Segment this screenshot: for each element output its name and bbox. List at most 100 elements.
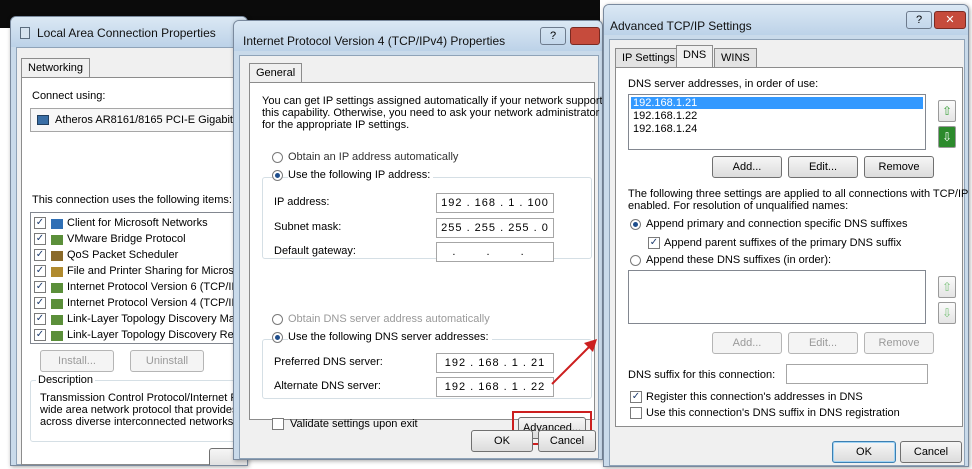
protocol-icon	[51, 315, 63, 325]
component-label: Link-Layer Topology Discovery Mapp	[67, 313, 242, 325]
description-label: Description	[36, 374, 96, 386]
append-these-radio[interactable]	[630, 255, 641, 266]
intro-line-3: for the appropriate IP settings.	[262, 119, 410, 131]
component-label: Internet Protocol Version 6 (TCP/IPv	[67, 281, 242, 293]
component-checkbox[interactable]: ✓	[34, 297, 46, 309]
move-down-button[interactable]: ⇩	[938, 126, 956, 148]
protocol-icon	[51, 331, 63, 341]
uninstall-button[interactable]: Uninstall	[130, 350, 204, 372]
lac-tab-panel: Connect using: Atheros AR8161/8165 PCI-E…	[21, 77, 247, 465]
help-button[interactable]: ?	[540, 27, 566, 45]
component-label: Client for Microsoft Networks	[67, 217, 208, 229]
protocol-icon	[51, 299, 63, 309]
advanced-tcpip-window: Advanced TCP/IP Settings ? ✕ IP Settings…	[603, 4, 969, 467]
component-checkbox[interactable]: ✓	[34, 265, 46, 277]
lac-window-title: Local Area Connection Properties	[37, 26, 216, 40]
connect-using-label: Connect using:	[32, 90, 106, 102]
suffix-edit-button[interactable]: Edit...	[788, 332, 858, 354]
suffix-add-button[interactable]: Add...	[712, 332, 782, 354]
suffix-remove-button[interactable]: Remove	[864, 332, 934, 354]
subnet-mask-field[interactable]: 255 . 255 . 255 . 0	[436, 218, 554, 238]
ipv4-close-button[interactable]	[570, 27, 600, 45]
advanced-cancel-button[interactable]: Cancel	[900, 441, 962, 463]
alternate-dns-label: Alternate DNS server:	[274, 380, 381, 392]
validate-label: Validate settings upon exit	[290, 418, 418, 430]
ip-address-label: IP address:	[274, 196, 330, 208]
dns-server-item-2[interactable]: 192.168.1.22	[631, 110, 697, 122]
use-suffix-label: Use this connection's DNS suffix in DNS …	[646, 407, 900, 419]
dns-remove-button[interactable]: Remove	[864, 156, 934, 178]
register-checkbox[interactable]: ✓	[630, 391, 642, 403]
intro-line-2: this capability. Otherwise, you need to …	[262, 107, 600, 119]
advanced-tab-panel: DNS server addresses, in order of use: 1…	[615, 67, 968, 427]
obtain-dns-auto-radio[interactable]	[272, 314, 283, 325]
suffix-move-up-button[interactable]: ⇧	[938, 276, 956, 298]
append-primary-label: Append primary and connection specific D…	[646, 218, 908, 230]
preferred-dns-label: Preferred DNS server:	[274, 356, 383, 368]
use-suffix-checkbox[interactable]	[630, 407, 642, 419]
suffix-arrow-down-icon: ⇩	[941, 306, 953, 320]
component-label: File and Printer Sharing for Microsoft	[67, 265, 242, 277]
ipv4-properties-window: Internet Protocol Version 4 (TCP/IPv4) P…	[233, 20, 603, 460]
advanced-close-button[interactable]: ✕	[934, 11, 966, 29]
ip-address-field[interactable]: 192 . 168 . 1 . 100	[436, 193, 554, 213]
install-button[interactable]: Install...	[40, 350, 114, 372]
use-dns-label: Use the following DNS server addresses:	[288, 331, 492, 343]
description-line-1: Transmission Control Protocol/Internet P…	[40, 392, 248, 404]
dns-server-item-3[interactable]: 192.168.1.24	[631, 123, 697, 135]
dns-add-button[interactable]: Add...	[712, 156, 782, 178]
adapter-box[interactable]: Atheros AR8161/8165 PCI-E Gigabit E	[30, 108, 242, 132]
ipv4-ok-button[interactable]: OK	[471, 430, 533, 452]
advanced-body: IP Settings DNS WINS DNS server addresse…	[609, 39, 968, 466]
append-primary-radio[interactable]	[630, 219, 641, 230]
append-parent-checkbox[interactable]: ✓	[648, 237, 660, 249]
network-adapter-icon	[37, 115, 49, 125]
network-adapter-title-icon	[20, 27, 30, 39]
default-gateway-field[interactable]: . . .	[436, 242, 554, 262]
use-ip-label: Use the following IP address:	[288, 169, 434, 181]
preferred-dns-field[interactable]: 192 . 168 . 1 . 21	[436, 353, 554, 373]
suffix-move-down-button[interactable]: ⇩	[938, 302, 956, 324]
tab-dns[interactable]: DNS	[676, 45, 714, 68]
ipv4-window-title: Internet Protocol Version 4 (TCP/IPv4) P…	[243, 34, 506, 48]
append-parent-label: Append parent suffixes of the primary DN…	[664, 237, 902, 249]
register-label: Register this connection's addresses in …	[646, 391, 863, 403]
obtain-ip-auto-radio[interactable]	[272, 152, 283, 163]
ipv4-cancel-button[interactable]: Cancel	[538, 430, 596, 452]
suffix-arrow-up-icon: ⇧	[941, 280, 953, 294]
dns-list-label: DNS server addresses, in order of use:	[628, 78, 819, 90]
component-checkbox[interactable]: ✓	[34, 217, 46, 229]
suffix-field[interactable]	[786, 364, 928, 384]
component-label: VMware Bridge Protocol	[67, 233, 186, 245]
component-checkbox[interactable]: ✓	[34, 329, 46, 341]
advanced-ok-button[interactable]: OK	[832, 441, 896, 463]
tab-networking[interactable]: Networking	[21, 58, 91, 78]
tab-wins[interactable]: WINS	[714, 48, 757, 68]
file-sharing-icon	[51, 267, 63, 277]
tab-general[interactable]: General	[249, 63, 303, 83]
tab-ip-settings[interactable]: IP Settings	[615, 48, 682, 68]
local-area-connection-window: Local Area Connection Properties Network…	[10, 16, 248, 466]
move-up-button[interactable]: ⇧	[938, 100, 956, 122]
advanced-help-button[interactable]: ?	[906, 11, 932, 29]
components-list[interactable]: ✓ Client for Microsoft Networks ✓ VMware Br…	[30, 212, 242, 344]
arrow-down-icon: ⇩	[941, 130, 953, 144]
items-label: This connection uses the following items…	[32, 194, 232, 206]
use-ip-radio[interactable]	[272, 170, 283, 181]
protocol-icon	[51, 235, 63, 245]
use-dns-radio[interactable]	[272, 332, 283, 343]
alternate-dns-field[interactable]: 192 . 168 . 1 . 22	[436, 377, 554, 397]
dns-server-item-1[interactable]: 192.168.1.21	[631, 97, 923, 109]
scheduler-icon	[51, 251, 63, 261]
component-checkbox[interactable]: ✓	[34, 249, 46, 261]
component-checkbox[interactable]: ✓	[34, 233, 46, 245]
dns-server-list[interactable]: 192.168.1.21 192.168.1.22 192.168.1.24	[628, 94, 926, 150]
component-checkbox[interactable]: ✓	[34, 313, 46, 325]
dns-suffix-list[interactable]	[628, 270, 926, 324]
component-checkbox[interactable]: ✓	[34, 281, 46, 293]
validate-checkbox[interactable]	[272, 418, 284, 430]
description-line-3: across diverse interconnected networks.	[40, 416, 237, 428]
adapter-name: Atheros AR8161/8165 PCI-E Gigabit E	[55, 114, 242, 126]
intro-line-1: You can get IP settings assigned automat…	[262, 95, 603, 107]
dns-edit-button[interactable]: Edit...	[788, 156, 858, 178]
